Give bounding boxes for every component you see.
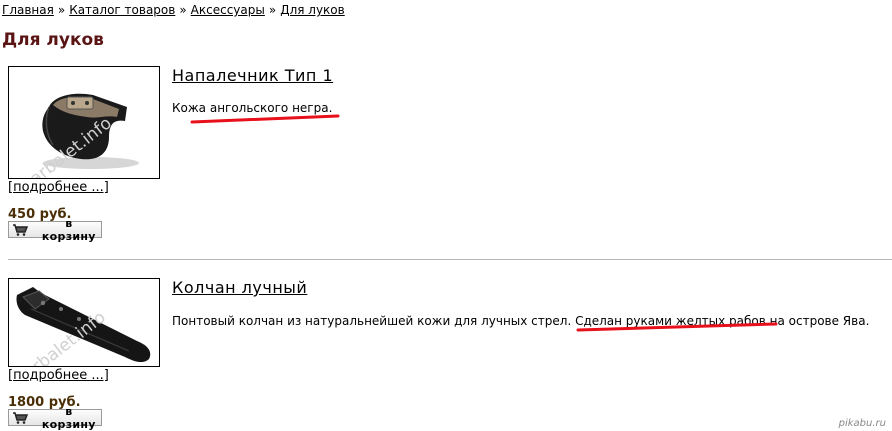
product-title-link[interactable]: Колчан лучный: [172, 278, 307, 297]
breadcrumb: Главная» Каталог товаров» Аксессуары» Для л…: [2, 3, 345, 17]
breadcrumb-home-link[interactable]: Главная: [2, 3, 54, 17]
red-underline-marker: [190, 114, 340, 124]
more-details-link[interactable]: [подробнее ...]: [8, 368, 109, 383]
breadcrumb-separator: »: [57, 3, 66, 17]
site-watermark: pikabu.ru: [838, 418, 886, 429]
breadcrumb-for-bows-link[interactable]: Для луков: [280, 3, 345, 17]
breadcrumb-separator: »: [179, 3, 187, 17]
product-divider: [8, 259, 892, 260]
product-image-finger-tab[interactable]: arbalet.info: [8, 66, 160, 179]
add-to-cart-label: в корзину: [41, 404, 96, 431]
more-details-link[interactable]: [подробнее ...]: [8, 180, 109, 195]
cart-icon: [9, 223, 31, 236]
breadcrumb-catalog-link[interactable]: Каталог товаров: [69, 3, 175, 17]
product-description: Кожа ангольского негра.: [172, 101, 333, 115]
cart-icon: [9, 411, 31, 424]
add-to-cart-button[interactable]: в корзину: [8, 405, 102, 431]
add-to-cart-button[interactable]: в корзину: [8, 217, 102, 243]
breadcrumb-accessories-link[interactable]: Аксессуары: [191, 3, 265, 17]
product-description: Понтовый колчан из натуральнейшей кожи д…: [172, 314, 870, 328]
add-to-cart-label: в корзину: [41, 216, 96, 243]
product-image-quiver[interactable]: arbalet.info: [8, 278, 160, 367]
breadcrumb-separator: »: [268, 3, 277, 17]
product-title-link[interactable]: Напалечник Тип 1: [172, 66, 333, 85]
page-title: Для луков: [2, 30, 104, 50]
